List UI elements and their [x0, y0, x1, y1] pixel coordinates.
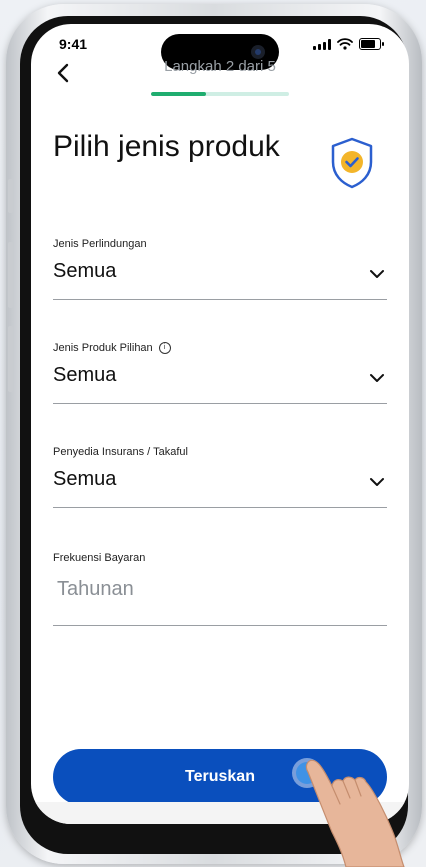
- screen: 9:41 Langkah 2 dari 5 Pilih jenis produk: [31, 24, 409, 824]
- progress-bar: [151, 92, 289, 96]
- payment-frequency-label: Frekuensi Bayaran: [53, 552, 146, 564]
- page-title: Pilih jenis produk: [53, 130, 280, 163]
- wifi-icon: [337, 38, 353, 50]
- product-type-value: Semua: [53, 364, 117, 386]
- progress-bar-fill: [151, 92, 207, 96]
- chevron-down-icon: [370, 478, 384, 486]
- product-type-label-row: Jenis Produk Pilihan i: [53, 340, 387, 356]
- camera-icon: [251, 45, 265, 59]
- signal-icon: [313, 38, 331, 50]
- chevron-down-icon: [370, 374, 384, 382]
- provider-label: Penyedia Insurans / Takaful: [53, 446, 188, 458]
- protection-type-dropdown[interactable]: Jenis Perlindungan Semua: [53, 236, 387, 300]
- status-icons: [313, 38, 384, 50]
- shield-check-icon: [331, 137, 373, 189]
- pointing-hand-icon: [305, 759, 405, 867]
- payment-frequency-field[interactable]: Frekuensi Bayaran Tahunan: [53, 550, 387, 626]
- volume-up-button: [8, 242, 13, 308]
- provider-value: Semua: [53, 468, 117, 490]
- protection-type-label: Jenis Perlindungan: [53, 238, 147, 250]
- product-type-label: Jenis Produk Pilihan: [53, 342, 153, 354]
- status-time: 9:41: [59, 36, 88, 52]
- provider-dropdown[interactable]: Penyedia Insurans / Takaful Semua: [53, 444, 387, 508]
- field-underline: [53, 299, 387, 300]
- step-indicator: Langkah 2 dari 5: [164, 58, 276, 75]
- battery-icon: [359, 38, 384, 50]
- payment-frequency-value: Tahunan: [57, 578, 134, 600]
- field-underline: [53, 403, 387, 404]
- field-underline: [53, 625, 387, 626]
- chevron-down-icon: [370, 270, 384, 278]
- field-underline: [53, 507, 387, 508]
- silent-switch: [8, 179, 13, 213]
- volume-down-button: [8, 326, 13, 392]
- protection-type-value: Semua: [53, 260, 117, 282]
- product-type-dropdown[interactable]: Jenis Produk Pilihan i Semua: [53, 340, 387, 404]
- info-icon[interactable]: i: [158, 342, 171, 354]
